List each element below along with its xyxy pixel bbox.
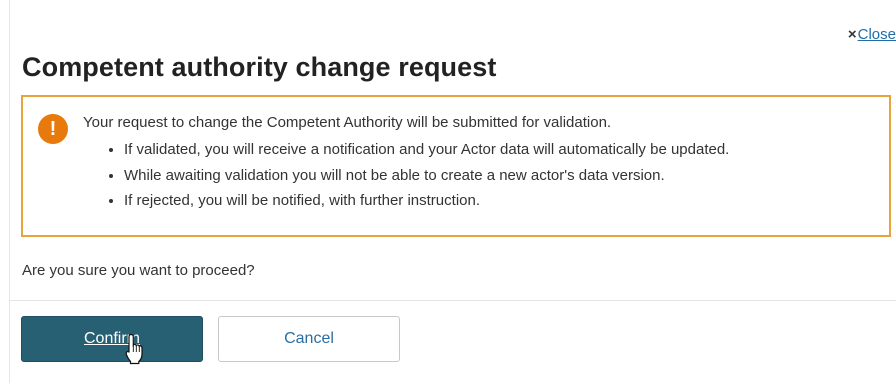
warning-list-item: If validated, you will receive a notific… [124, 137, 729, 163]
close-link[interactable]: × Close [848, 26, 896, 43]
close-label[interactable]: Close [858, 26, 896, 43]
modal-left-edge [9, 0, 10, 383]
modal-title: Competent authority change request [22, 52, 497, 82]
warning-box: ! Your request to change the Competent A… [21, 95, 891, 237]
warning-list-item: If rejected, you will be notified, with … [124, 188, 729, 214]
close-icon[interactable]: × [848, 26, 857, 43]
warning-list: If validated, you will receive a notific… [108, 137, 729, 214]
confirmation-question: Are you sure you want to proceed? [22, 262, 255, 279]
warning-list-item: While awaiting validation you will not b… [124, 163, 729, 189]
change-request-modal: × Close Competent authority change reque… [0, 0, 896, 383]
hand-cursor-icon [125, 333, 143, 365]
cancel-button[interactable]: Cancel [218, 316, 400, 362]
exclamation-icon: ! [38, 114, 68, 144]
confirm-button[interactable]: Confirm [21, 316, 203, 362]
cancel-button-label[interactable]: Cancel [284, 330, 334, 348]
footer-divider [10, 300, 896, 301]
warning-intro: Your request to change the Competent Aut… [83, 114, 612, 131]
